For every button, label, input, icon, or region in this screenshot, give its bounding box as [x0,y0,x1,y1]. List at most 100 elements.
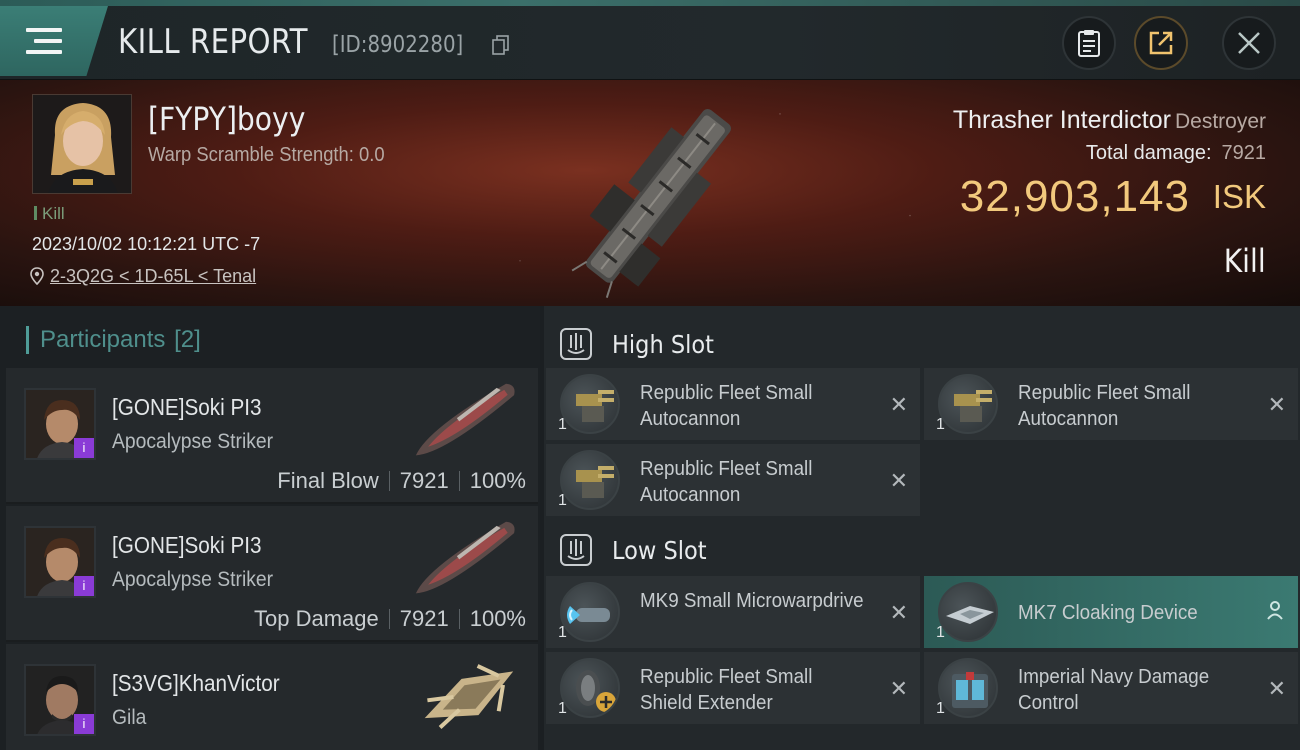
module-slot[interactable]: 1 Republic Fleet Small Autocannon ✕ [924,368,1298,440]
ship-class: Destroyer [1174,110,1266,133]
module-slot[interactable]: 1 MK9 Small Microwarpdrive ✕ [546,576,920,648]
close-icon [1238,32,1260,54]
participant-row[interactable]: i [S3VG]KhanVictor Gila [6,644,538,750]
menu-button[interactable] [0,6,108,76]
victim-portrait[interactable] [32,94,132,194]
victim-name[interactable]: [FYPY]boyy [148,100,305,138]
report-id: [ID:8902280] [332,32,464,58]
participant-stats: Final Blow 7921 100% [277,468,526,494]
user-icon[interactable] [1266,600,1284,620]
clipboard-icon [1078,30,1100,57]
info-badge[interactable]: i [74,714,94,734]
module-name: MK9 Small Microwarpdrive [640,590,864,612]
participants-count: [2] [174,326,201,353]
participant-role: Top Damage [254,606,379,631]
info-badge[interactable]: i [74,576,94,596]
module-name: Imperial Navy Damage Control [1018,666,1210,714]
avatar[interactable]: i [24,664,96,736]
damage-control-icon [938,658,998,718]
share-button[interactable] [1134,16,1188,70]
destroyed-icon: ✕ [889,468,908,493]
avatar[interactable]: i [24,526,96,598]
autocannon-icon [938,374,998,434]
victim-banner: [FYPY]boyy Warp Scramble Strength: 0.0 K… [0,80,1300,306]
result-label: Kill [1224,242,1266,280]
low-slot-icon [560,534,592,566]
victim-ship-image[interactable] [545,92,765,306]
participant-percent: 100% [469,468,526,493]
ship-name-text: Thrasher Interdictor [952,106,1171,134]
module-name: Republic Fleet Small Autocannon [640,458,813,506]
module-quantity: 1 [558,492,567,509]
warp-scramble-strength: Warp Scramble Strength: 0.0 [148,144,385,166]
header-bar: KILL REPORT [ID:8902280] [0,0,1300,80]
module-slot[interactable]: 1 Republic Fleet Small Autocannon ✕ [546,444,920,516]
total-damage-value: 7921 [1221,142,1267,164]
page-title: KILL REPORT [118,22,308,62]
info-badge[interactable]: i [74,438,94,458]
module-name: Republic Fleet Small Autocannon [640,382,813,430]
isk-unit: ISK [1212,178,1266,215]
participant-name[interactable]: [GONE]Soki PI3 [112,532,262,559]
participant-ship-image[interactable] [410,652,530,742]
share-icon [1149,31,1173,55]
victim-portrait-image [33,95,131,193]
shield-extender-icon [560,658,620,718]
destroyed-icon: ✕ [889,600,908,625]
total-damage-label: Total damage: [1085,142,1212,164]
clipboard-button[interactable] [1062,16,1116,70]
participant-ship: Gila [112,706,147,729]
participant-role: Final Blow [277,468,379,493]
module-name: Republic Fleet Small Autocannon [1018,382,1191,430]
total-damage: Total damage: 7921 [1086,142,1266,165]
kill-datetime: 2023/10/02 10:12:21 UTC -7 [32,234,261,254]
module-quantity: 1 [936,700,945,717]
participants-panel: Participants [2] i [GONE]Soki PI3 Apocal… [0,306,540,750]
module-slot[interactable]: 1 Republic Fleet Small Shield Extender ✕ [546,652,920,724]
module-name: MK7 Cloaking Device [1018,602,1198,624]
participant-name[interactable]: [S3VG]KhanVictor [112,670,280,697]
destroyed-icon: ✕ [889,676,908,701]
module-quantity: 1 [558,700,567,717]
high-slot-label: High Slot [612,330,714,359]
high-slot-icon [560,328,592,360]
participant-damage: 7921 [399,606,449,631]
participant-ship: Apocalypse Striker [112,568,274,591]
participant-ship: Apocalypse Striker [112,430,274,453]
participants-header: Participants [2] [26,326,201,354]
module-quantity: 1 [936,624,945,641]
location-link[interactable]: 2-3Q2G < 1D-65L < Tenal [30,266,256,287]
participant-ship-image[interactable] [400,514,530,604]
microwarpdrive-icon [560,582,620,642]
participants-label: Participants [40,326,166,353]
participant-stats: Top Damage 7921 100% [254,606,526,632]
participant-row[interactable]: i [GONE]Soki PI3 Apocalypse Striker Top … [6,506,538,642]
destroyed-icon: ✕ [1267,392,1286,417]
module-slot[interactable]: 1 Republic Fleet Small Autocannon ✕ [546,368,920,440]
autocannon-icon [560,374,620,434]
avatar[interactable]: i [24,388,96,460]
location-text: 2-3Q2G < 1D-65L < Tenal [50,266,257,286]
participant-row[interactable]: i [GONE]Soki PI3 Apocalypse Striker Fina… [6,368,538,504]
module-slot[interactable]: 1 Imperial Navy Damage Control ✕ [924,652,1298,724]
participant-ship-image[interactable] [400,376,530,466]
module-quantity: 1 [936,416,945,433]
copy-icon[interactable] [492,35,510,55]
isk-value: 32,903,143 [959,172,1190,221]
victim-ship-name[interactable]: Thrasher Interdictor Destroyer [953,106,1266,135]
fitting-panel: High Slot 1 Republic Fleet Small Autocan… [544,306,1300,750]
low-slot-label: Low Slot [612,536,707,565]
module-name: Republic Fleet Small Shield Extender [640,666,813,714]
module-quantity: 1 [558,416,567,433]
high-slot-header: High Slot [544,314,1300,372]
menu-icon[interactable] [26,28,62,56]
location-pin-icon [30,267,44,286]
autocannon-icon [560,450,620,510]
low-slot-header: Low Slot [544,520,1300,578]
participant-damage: 7921 [399,468,449,493]
destroyed-icon: ✕ [1267,676,1286,701]
participant-name[interactable]: [GONE]Soki PI3 [112,394,262,421]
module-slot-highlighted[interactable]: 1 MK7 Cloaking Device [924,576,1298,648]
close-button[interactable] [1222,16,1276,70]
participant-percent: 100% [469,606,526,631]
